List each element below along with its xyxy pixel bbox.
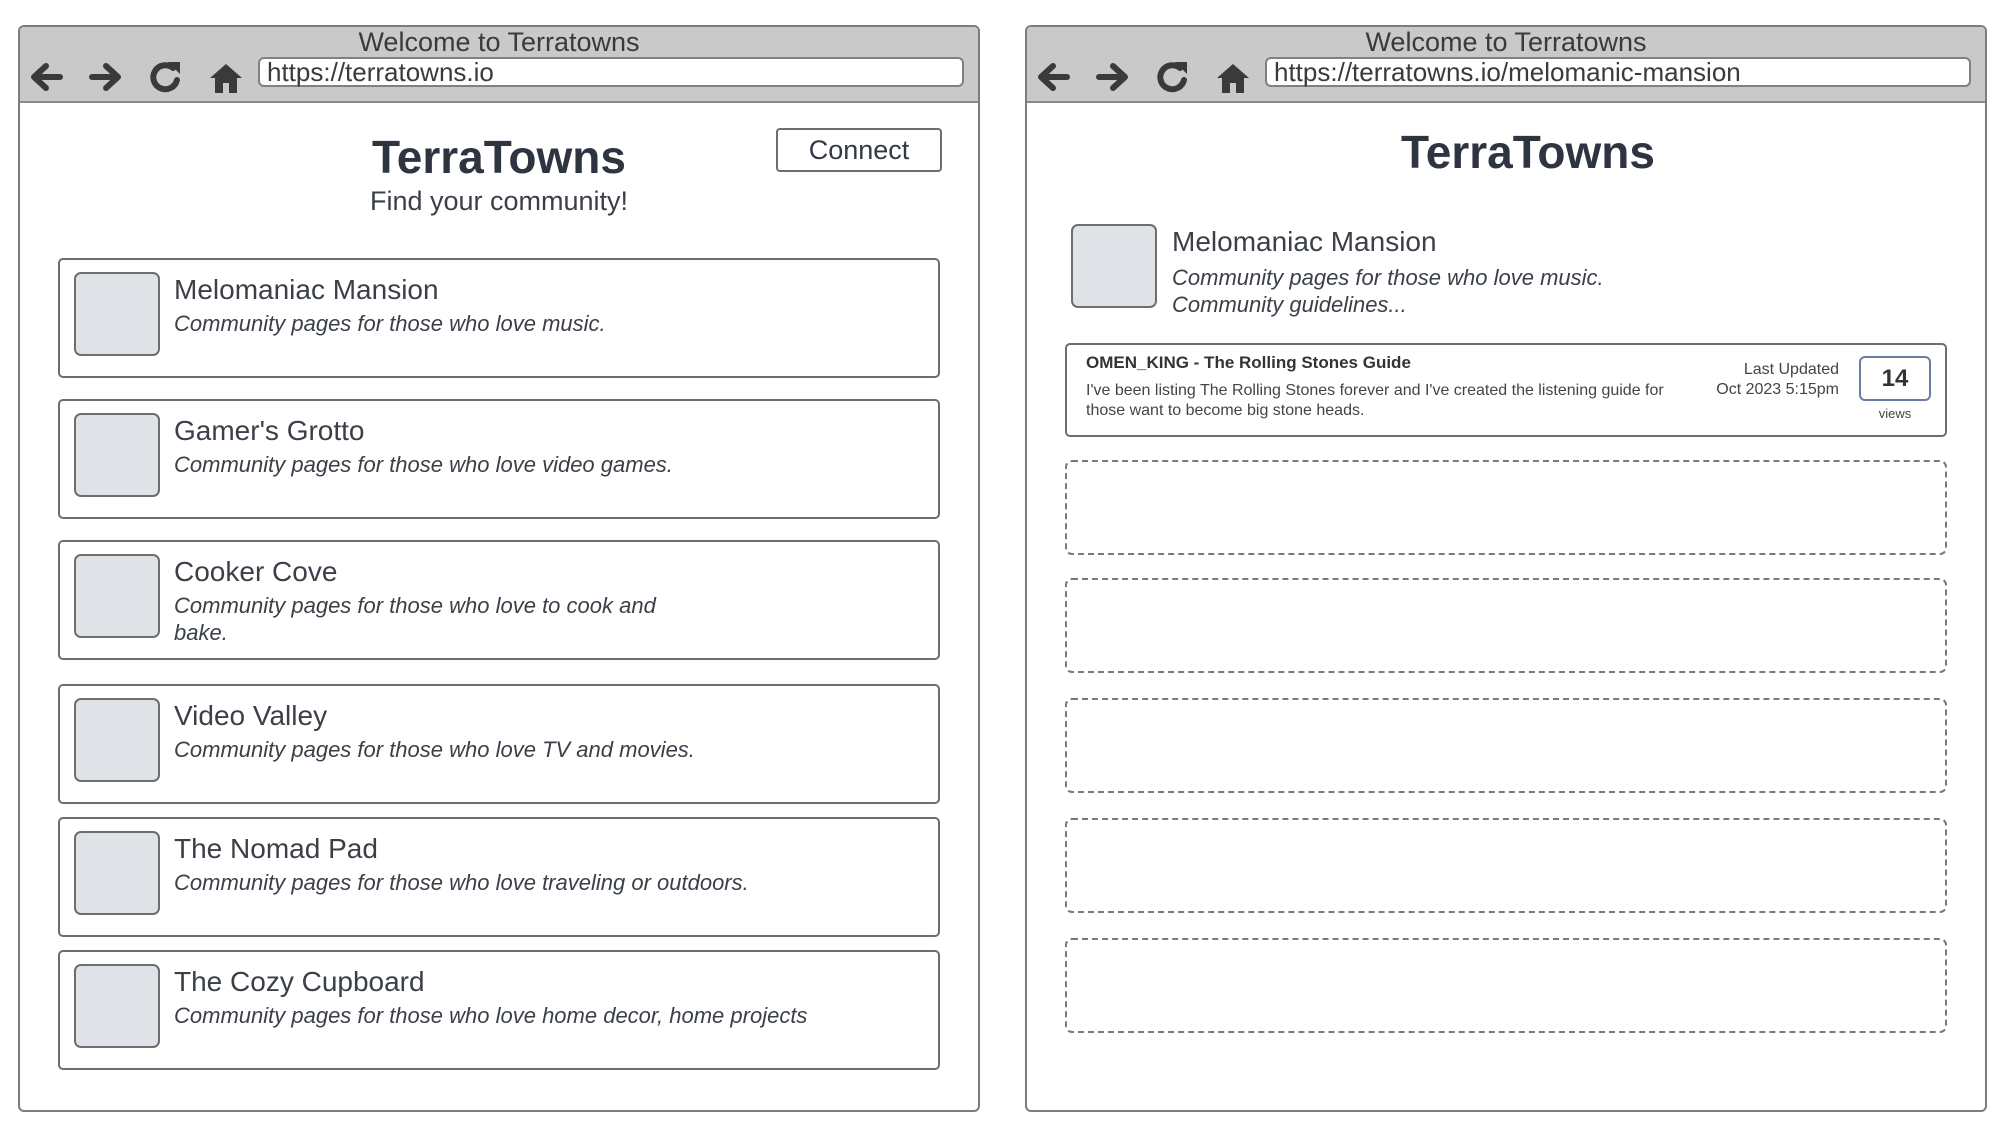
- reload-icon: [1157, 62, 1187, 93]
- community-name: Melomaniac Mansion: [1172, 226, 1437, 257]
- reload-button[interactable]: [146, 57, 186, 97]
- connect-button[interactable]: Connect: [776, 128, 942, 172]
- url-text: https://terratowns.io/melomanic-mansion: [1274, 57, 1741, 87]
- community-thumbnail: [74, 964, 160, 1048]
- address-bar[interactable]: https://terratowns.io/melomanic-mansion: [1265, 57, 1971, 87]
- community-thumbnail: [74, 554, 160, 638]
- community-description: Community pages for those who love video…: [174, 452, 673, 477]
- post-placeholder: [1065, 460, 1947, 555]
- home-button[interactable]: [206, 57, 246, 97]
- reload-icon: [150, 62, 180, 93]
- community-name: Melomaniac Mansion: [174, 274, 439, 305]
- community-name: The Nomad Pad: [174, 833, 378, 864]
- post-body: I've been listing The Rolling Stones for…: [1086, 382, 1664, 419]
- community-description: Community pages for those who love to co…: [174, 593, 656, 645]
- community-card[interactable]: Melomaniac Mansion Community pages for t…: [58, 258, 940, 378]
- forward-button[interactable]: [86, 57, 126, 97]
- window-title: Welcome to Terratowns: [1365, 27, 1647, 57]
- back-button[interactable]: [26, 57, 66, 97]
- reload-button[interactable]: [1153, 57, 1193, 97]
- page-title: TerraTowns: [1401, 126, 1655, 178]
- community-guidelines-link[interactable]: Community guidelines...: [1172, 292, 1407, 318]
- community-thumbnail: [74, 698, 160, 782]
- post-placeholder: [1065, 938, 1947, 1033]
- views-count: 14: [1859, 356, 1931, 401]
- community-description: Community pages for those who love trave…: [174, 870, 749, 895]
- home-icon: [1217, 64, 1249, 93]
- post-title: OMEN_KING - The Rolling Stones Guide: [1086, 353, 1411, 372]
- community-thumbnail: [74, 831, 160, 915]
- community-card[interactable]: The Nomad Pad Community pages for those …: [58, 817, 940, 937]
- community-card[interactable]: The Cozy Cupboard Community pages for th…: [58, 950, 940, 1070]
- forward-button[interactable]: [1093, 57, 1133, 97]
- post-placeholder: [1065, 578, 1947, 673]
- community-thumbnail: [1071, 224, 1157, 308]
- arrow-left-icon: [1038, 63, 1070, 91]
- home-icon: [210, 64, 242, 93]
- url-text: https://terratowns.io: [267, 57, 494, 87]
- community-thumbnail: [74, 413, 160, 497]
- browser-toolbar: Welcome to Terratowns https://terratowns…: [1027, 27, 1985, 103]
- browser-window-home: Welcome to Terratowns https://terratowns…: [18, 25, 980, 1112]
- home-button[interactable]: [1213, 57, 1253, 97]
- window-title: Welcome to Terratowns: [358, 27, 640, 57]
- arrow-left-icon: [31, 63, 63, 91]
- views-label: views: [1878, 406, 1912, 421]
- community-description: Community pages for those who love music…: [174, 311, 606, 336]
- community-card[interactable]: Video Valley Community pages for those w…: [58, 684, 940, 804]
- community-card[interactable]: Gamer's Grotto Community pages for those…: [58, 399, 940, 519]
- arrow-right-icon: [1096, 63, 1128, 91]
- browser-window-community: Welcome to Terratowns https://terratowns…: [1025, 25, 1987, 1112]
- community-name: Gamer's Grotto: [174, 415, 365, 446]
- post-placeholder: [1065, 818, 1947, 913]
- post-card[interactable]: OMEN_KING - The Rolling Stones Guide I'v…: [1065, 343, 1947, 437]
- community-card[interactable]: Cooker Cove Community pages for those wh…: [58, 540, 940, 660]
- community-thumbnail: [74, 272, 160, 356]
- address-bar[interactable]: https://terratowns.io: [258, 57, 964, 87]
- page-subtitle: Find your community!: [369, 186, 629, 216]
- post-placeholder: [1065, 698, 1947, 793]
- last-updated-date: Oct 2023 5:15pm: [1716, 381, 1839, 398]
- community-description: Community pages for those who love TV an…: [174, 737, 695, 762]
- community-name: Cooker Cove: [174, 556, 338, 587]
- browser-toolbar: Welcome to Terratowns https://terratowns…: [20, 27, 978, 103]
- community-description: Community pages for those who love music…: [1172, 265, 1604, 290]
- back-button[interactable]: [1033, 57, 1073, 97]
- community-description: Community pages for those who love home …: [174, 1003, 808, 1028]
- community-name: Video Valley: [174, 700, 328, 731]
- community-name: The Cozy Cupboard: [174, 966, 425, 997]
- arrow-right-icon: [89, 63, 121, 91]
- last-updated-label: Last Updated: [1743, 361, 1839, 378]
